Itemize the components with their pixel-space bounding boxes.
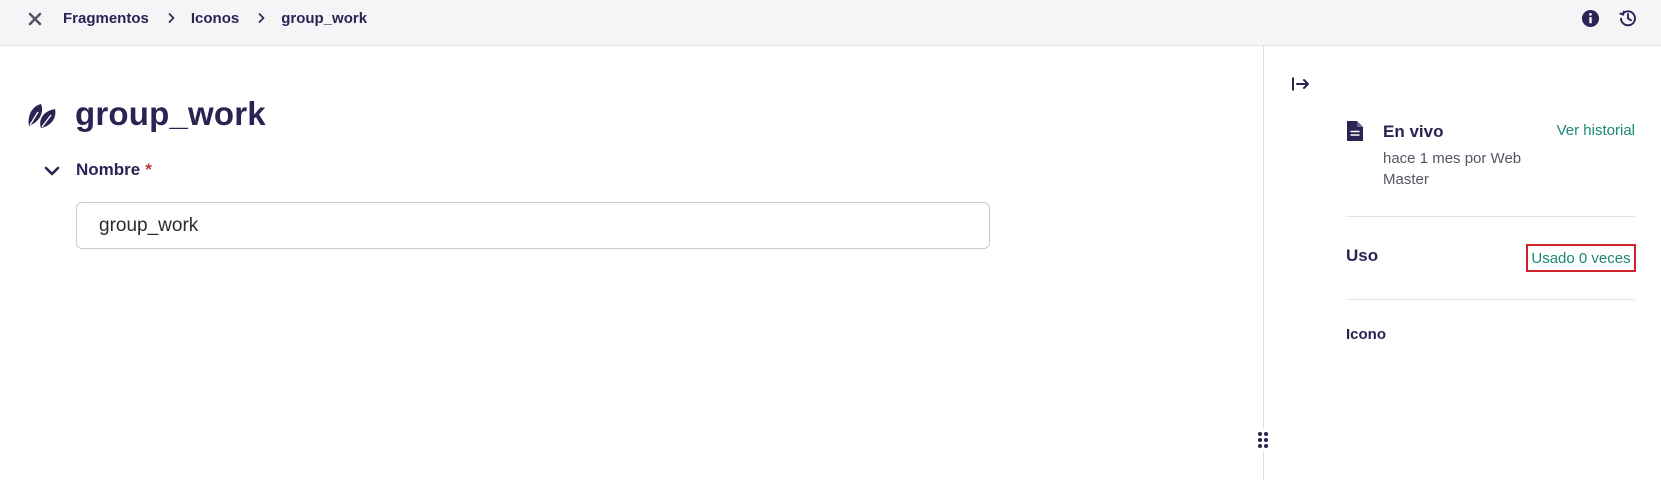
- name-label-text: Nombre: [76, 160, 141, 179]
- panel-collapse-icon[interactable]: [1289, 73, 1313, 95]
- close-icon[interactable]: [24, 8, 46, 30]
- editor-main: group_work Nombre *: [0, 46, 1263, 480]
- chevron-down-icon[interactable]: [42, 162, 62, 180]
- view-history-link[interactable]: Ver historial: [1557, 122, 1635, 139]
- chevron-right-icon: [257, 12, 265, 24]
- status-meta: hace 1 mes por Web Master: [1383, 150, 1522, 188]
- required-marker: *: [145, 160, 152, 179]
- name-field-label: Nombre *: [76, 160, 152, 180]
- usage-label: Uso: [1346, 246, 1379, 265]
- top-bar: Fragmentos Iconos group_work: [0, 0, 1661, 46]
- content-type-label: Icono: [1346, 326, 1386, 343]
- divider: [1346, 216, 1635, 217]
- history-icon[interactable]: [1617, 7, 1639, 29]
- breadcrumb-item-iconos[interactable]: Iconos: [191, 10, 239, 27]
- divider: [1346, 299, 1635, 300]
- breadcrumb: Fragmentos Iconos group_work: [63, 0, 367, 36]
- details-sidebar: En vivo hace 1 mes por Web Master Ver hi…: [1264, 46, 1661, 480]
- breadcrumb-item-fragmentos[interactable]: Fragmentos: [63, 10, 149, 27]
- breadcrumb-item-current: group_work: [281, 9, 368, 27]
- page-title: group_work: [75, 95, 266, 132]
- info-icon[interactable]: [1579, 7, 1601, 29]
- name-input[interactable]: [76, 202, 990, 249]
- usage-count-link[interactable]: Usado 0 veces: [1526, 244, 1636, 272]
- status-title: En vivo: [1383, 122, 1444, 141]
- document-icon: [1346, 120, 1364, 142]
- chevron-right-icon: [167, 12, 175, 24]
- leaf-icon: [26, 99, 58, 131]
